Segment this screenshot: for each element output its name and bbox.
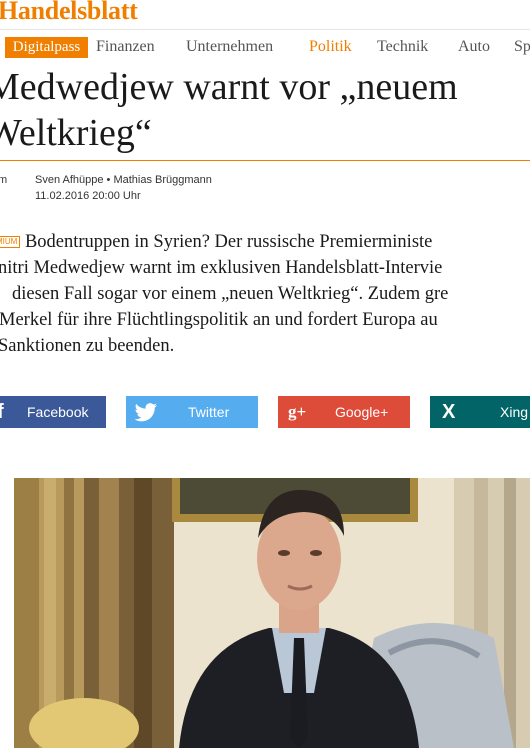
lead-line-3: diesen Fall sogar vor einem „neuen Weltk…: [12, 284, 449, 304]
xing-icon: X: [442, 401, 456, 423]
article-photo[interactable]: [14, 478, 530, 748]
lead-line-5: Sanktionen zu beenden.: [0, 336, 175, 356]
article-authors[interactable]: Sven Afhüppe • Mathias Brüggmann: [35, 174, 212, 186]
author-label-fragment: m: [0, 174, 8, 186]
share-twitter-label: Twitter: [188, 404, 230, 420]
share-facebook-label: Facebook: [27, 404, 89, 420]
article-photo-illustration: [14, 478, 530, 748]
facebook-icon: f: [0, 401, 4, 423]
site-logo[interactable]: Handelsblatt: [0, 0, 138, 26]
nav-item-politik[interactable]: Politik: [309, 38, 352, 56]
lead-line-2: nitri Medwedjew warnt im exklusiven Hand…: [0, 258, 443, 278]
article-date: 11.02.2016 20:00 Uhr: [35, 190, 141, 202]
share-googleplus-label: Google+: [335, 404, 389, 420]
share-xing-label: Xing: [500, 404, 529, 420]
nav-item-technik[interactable]: Technik: [377, 38, 428, 56]
lead-line-1: MIUM Bodentruppen in Syrien? Der russisc…: [0, 229, 432, 255]
premium-badge: MIUM: [0, 236, 21, 248]
googleplus-icon: g+: [288, 402, 307, 421]
lead-text-1: Bodentruppen in Syrien? Der russische Pr…: [24, 232, 433, 252]
nav-item-auto[interactable]: Auto: [458, 38, 490, 56]
headline-line-1: Medwedjew warnt vor „neuem: [0, 66, 458, 108]
nav-item-sport[interactable]: Sp: [514, 38, 530, 56]
lead-line-4: Merkel für ihre Flüchtlingspolitik an un…: [0, 310, 438, 330]
nav-item-finanzen[interactable]: Finanzen: [96, 38, 155, 56]
article-headline: Medwedjew warnt vor „neuem Weltkrieg“: [0, 64, 530, 156]
headline-divider: [0, 160, 530, 161]
share-xing-button[interactable]: X Xing: [430, 396, 530, 428]
header-divider: [0, 29, 530, 30]
digitalpass-button[interactable]: Digitalpass: [5, 37, 88, 58]
nav-item-unternehmen[interactable]: Unternehmen: [186, 38, 273, 56]
share-googleplus-button[interactable]: g+ Google+: [278, 396, 410, 428]
share-facebook-button[interactable]: f Facebook: [0, 396, 106, 428]
twitter-icon: [134, 402, 158, 422]
headline-line-2: Weltkrieg“: [0, 112, 152, 154]
share-twitter-button[interactable]: Twitter: [126, 396, 258, 428]
